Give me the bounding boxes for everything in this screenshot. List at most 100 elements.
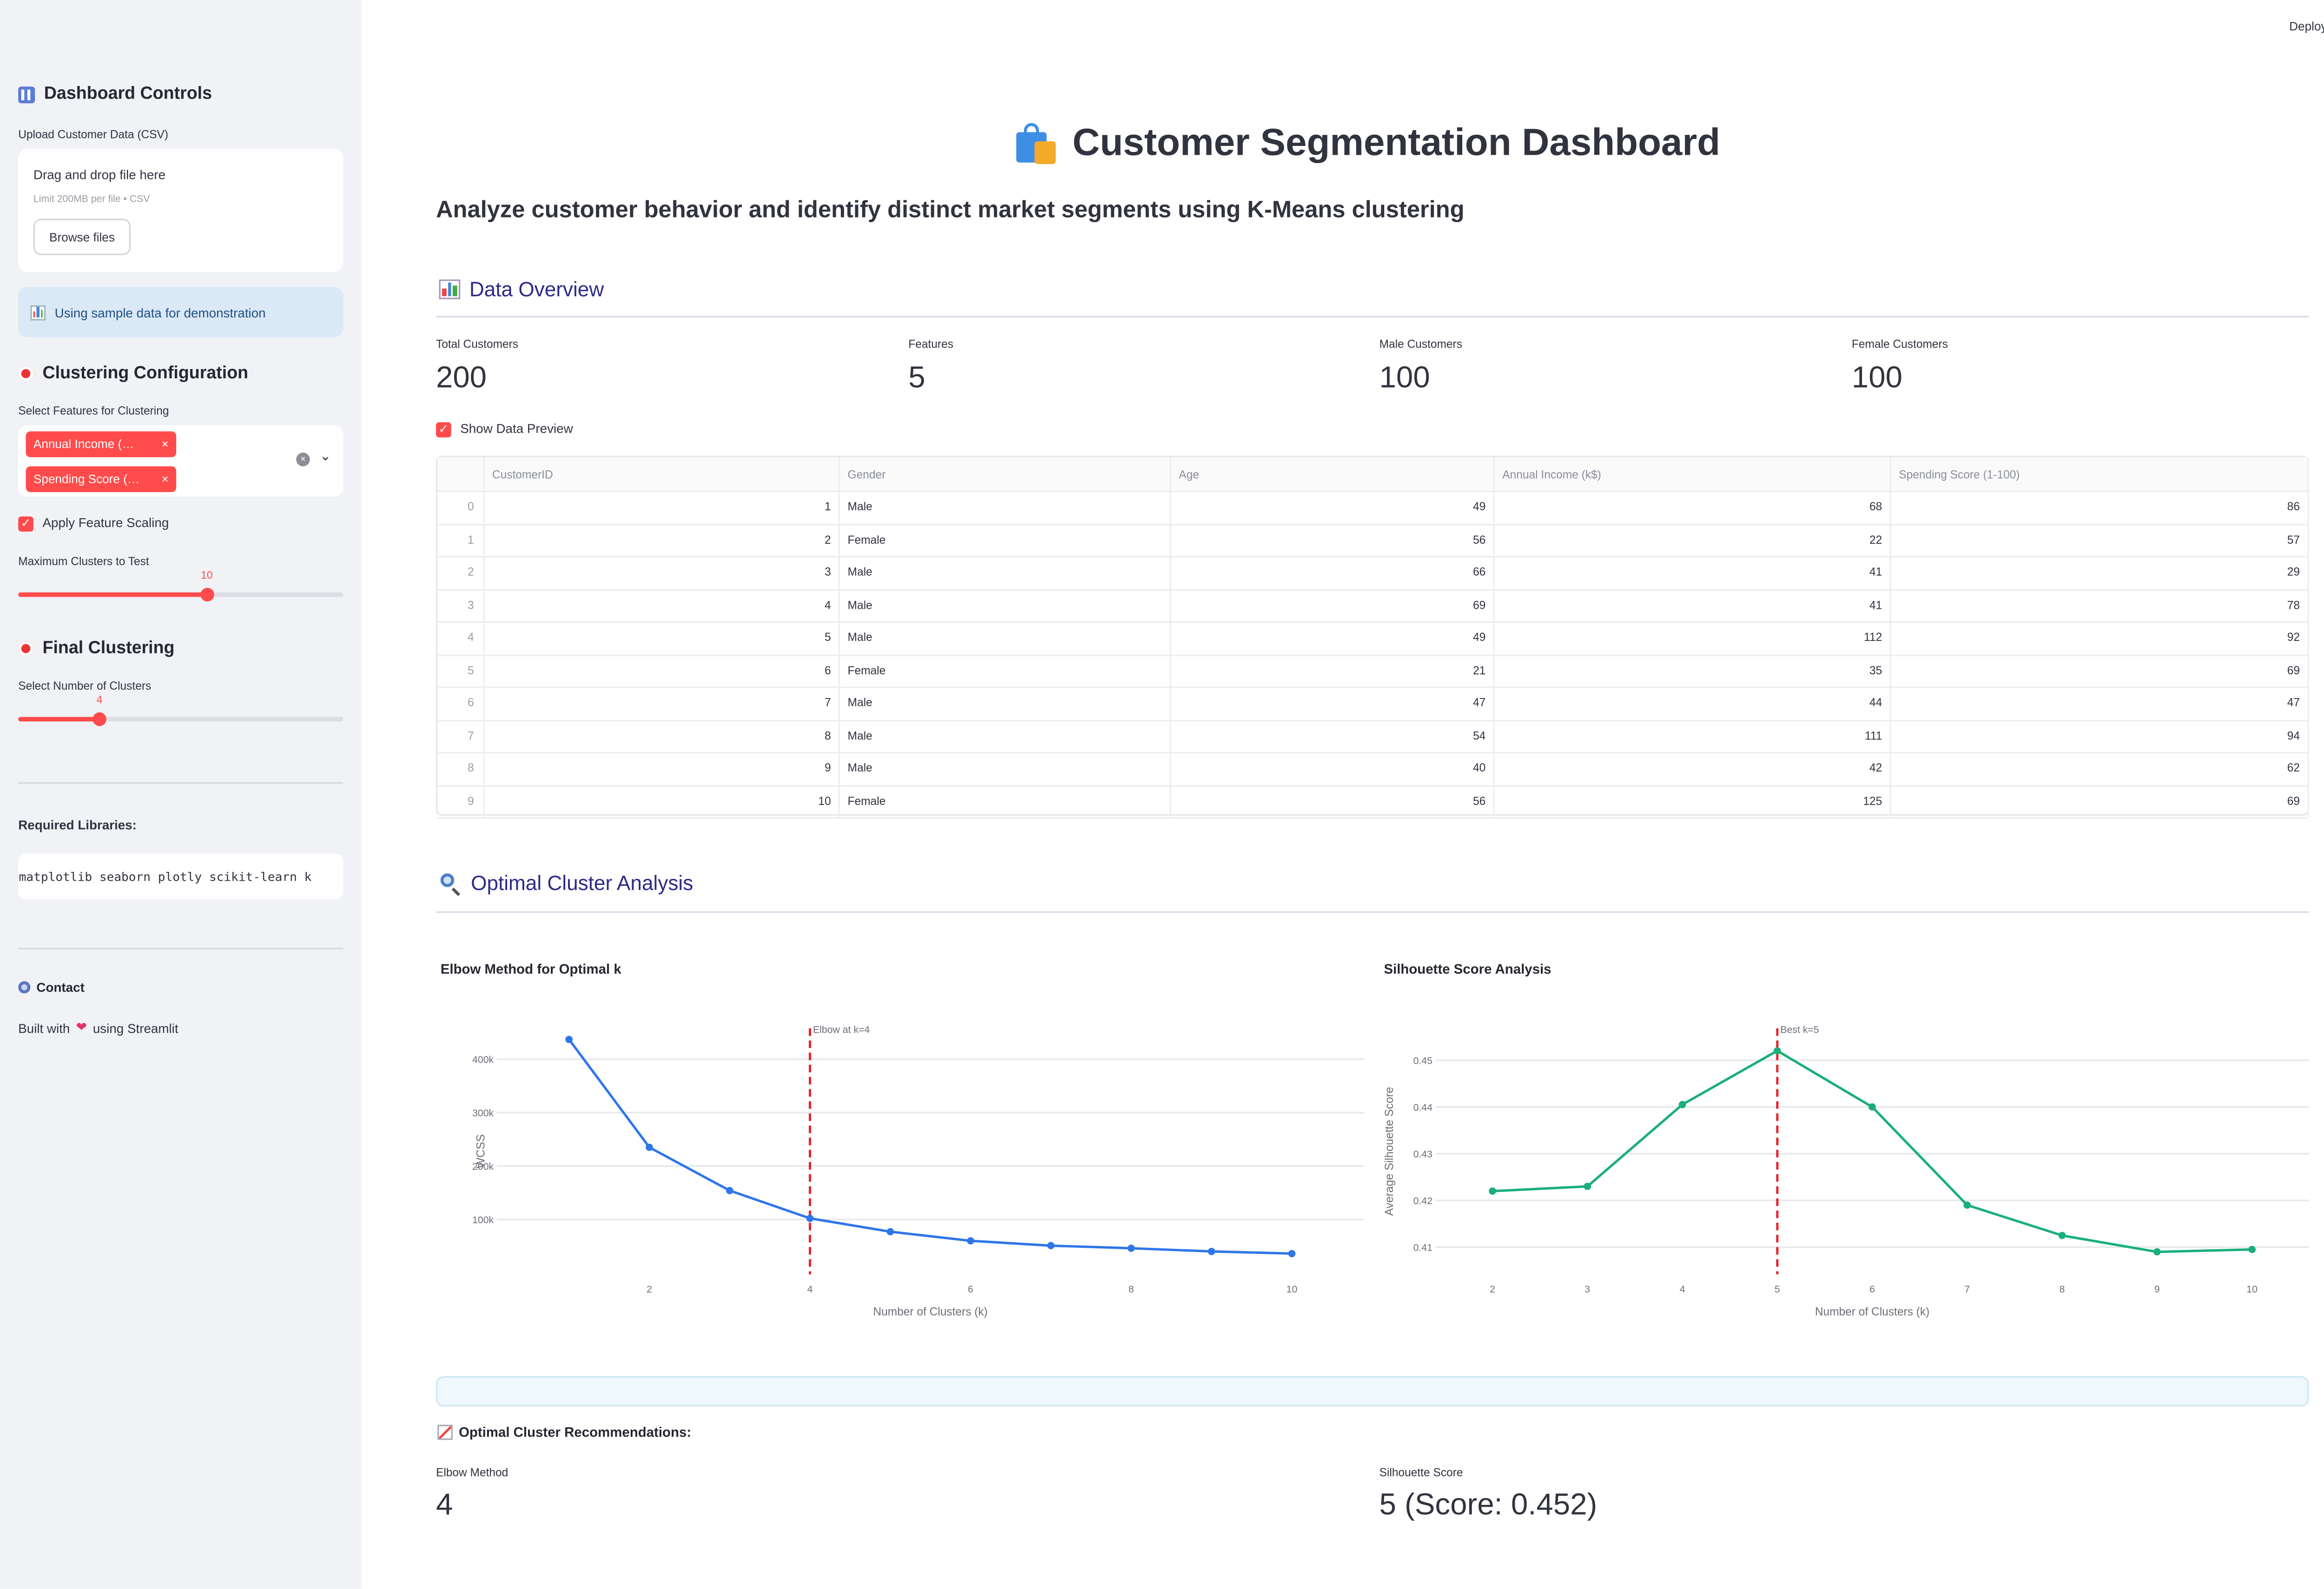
elbow-chart[interactable]: 100k200k300k400k2 4 6 8 10Number of Clusters… xyxy=(436,987,1367,1337)
table-row: 7 8 Male 54 111 94 xyxy=(437,719,2309,754)
table-cell: 5 xyxy=(485,621,840,654)
data-point xyxy=(1868,1103,1876,1111)
table-row: 5 6 Female 21 35 69 xyxy=(437,653,2309,688)
x-tick-label: 8 xyxy=(2060,1284,2065,1295)
data-point xyxy=(646,1143,653,1151)
column-header[interactable]: Age xyxy=(1171,457,1495,491)
apply-scaling-checkbox[interactable]: ✓ xyxy=(18,516,33,532)
silhouette-chart-title: Silhouette Score Analysis xyxy=(1384,961,1552,977)
x-tick-label: 4 xyxy=(1680,1284,1685,1295)
slider-thumb[interactable] xyxy=(92,712,106,726)
table-cell: Female xyxy=(840,785,1171,818)
deploy-button[interactable]: Deploy xyxy=(2289,20,2324,33)
y-tick-label: 0.44 xyxy=(1413,1102,1433,1113)
slider-thumb[interactable] xyxy=(200,587,214,602)
metric-label: Silhouette Score xyxy=(1379,1465,1463,1480)
clustering-config-heading: Clustering Configuration xyxy=(18,364,248,383)
feature-tag-spending-score[interactable]: Spending Score (… × xyxy=(26,466,177,492)
data-point xyxy=(565,1035,573,1043)
heart-icon: ❤ xyxy=(76,1019,87,1035)
table-cell: 125 xyxy=(1495,785,1891,818)
sidebar: Dashboard Controls Upload Customer Data … xyxy=(0,0,362,1589)
slider-fill xyxy=(18,592,207,597)
table-row: 4 5 Male 49 112 92 xyxy=(437,621,2309,656)
chevron-down-icon[interactable]: ⌄ xyxy=(320,448,331,465)
clear-selection-icon[interactable]: × xyxy=(296,452,310,467)
table-cell: Female xyxy=(840,523,1171,556)
table-cell: 92 xyxy=(1891,621,2309,654)
table-cell: 0 xyxy=(437,490,485,523)
data-preview-table[interactable]: CustomerID Gender Age Annual Income (k$) Spe… xyxy=(436,455,2309,819)
remove-tag-icon[interactable]: × xyxy=(162,437,169,451)
y-tick-label: 0.45 xyxy=(1413,1055,1433,1066)
column-header[interactable]: Annual Income (k$) xyxy=(1495,457,1891,491)
show-preview-checkbox[interactable]: ✓ xyxy=(436,422,451,438)
table-cell: 4 xyxy=(437,621,485,654)
table-header-row: CustomerID Gender Age Annual Income (k$) Spe… xyxy=(437,457,2309,492)
table-cell: 7 xyxy=(437,719,485,752)
metric-value: 4 xyxy=(436,1488,453,1522)
y-tick-label: 0.41 xyxy=(1413,1242,1433,1253)
data-point xyxy=(1127,1245,1135,1252)
divider xyxy=(18,782,343,784)
optimal-cluster-heading: Optimal Cluster Analysis xyxy=(439,872,693,897)
page-subtitle: Analyze customer behavior and identify d… xyxy=(436,197,1465,224)
data-point xyxy=(1678,1101,1686,1108)
table-cell: 29 xyxy=(1891,556,2309,589)
sample-data-info: Using sample data for demonstration xyxy=(18,287,343,337)
data-point xyxy=(1288,1250,1296,1258)
data-point xyxy=(2153,1248,2161,1256)
libraries-code-block[interactable]: py matplotlib seaborn plotly scikit-lear… xyxy=(18,853,343,899)
x-tick-label: 2 xyxy=(1490,1284,1495,1295)
control-knobs-icon xyxy=(18,86,35,103)
x-axis-title: Number of Clusters (k) xyxy=(873,1305,988,1318)
slider-value: 4 xyxy=(96,695,103,706)
section-divider xyxy=(436,316,2309,318)
column-header[interactable] xyxy=(437,457,485,491)
table-cell: 112 xyxy=(1495,621,1891,654)
y-tick-label: 100k xyxy=(472,1214,494,1226)
table-row: 6 7 Male 47 44 47 xyxy=(437,686,2309,721)
x-tick-label: 2 xyxy=(647,1284,652,1295)
table-cell: 47 xyxy=(1891,686,2309,719)
upload-label: Upload Customer Data (CSV) xyxy=(18,127,169,141)
num-clusters-slider[interactable]: 4 xyxy=(18,696,343,726)
table-cell: Male xyxy=(840,752,1171,785)
features-multiselect[interactable]: Annual Income (… × Spending Score (… × ×… xyxy=(18,425,343,497)
data-point xyxy=(1773,1047,1781,1055)
data-point xyxy=(2248,1246,2256,1253)
table-cell: 111 xyxy=(1495,719,1891,752)
table-cell: 7 xyxy=(485,686,840,719)
table-cell: 22 xyxy=(1495,523,1891,556)
show-preview-label: Show Data Preview xyxy=(460,421,573,436)
table-cell: Male xyxy=(840,588,1171,621)
shopping-bags-icon xyxy=(1012,122,1057,165)
column-header[interactable]: Gender xyxy=(840,457,1171,491)
contact-icon xyxy=(18,981,31,994)
reference-line-label: Best k=5 xyxy=(1780,1024,1819,1035)
browse-files-button[interactable]: Browse files xyxy=(33,218,131,256)
silhouette-chart[interactable]: 0.41 0.42 0.43 0.44 0.45 2 3 4 5 6 7 8 9 10 Number of … xyxy=(1375,987,2309,1337)
slider-fill xyxy=(18,717,100,722)
column-header[interactable]: Spending Score (1-100) xyxy=(1891,457,2309,491)
feature-tag-annual-income[interactable]: Annual Income (… × xyxy=(26,431,177,457)
table-cell: 6 xyxy=(485,653,840,687)
x-tick-label: 8 xyxy=(1129,1284,1134,1295)
table-cell: 3 xyxy=(437,588,485,621)
file-uploader[interactable]: Drag and drop file here Limit 200MB per … xyxy=(18,149,343,272)
table-cell: 1 xyxy=(437,523,485,556)
x-tick-label: 10 xyxy=(2246,1284,2258,1295)
table-cell: 2 xyxy=(437,556,485,589)
apply-scaling-label: Apply Feature Scaling xyxy=(42,514,169,530)
remove-tag-icon[interactable]: × xyxy=(162,472,169,486)
x-tick-label: 7 xyxy=(1964,1284,1970,1295)
max-clusters-slider[interactable]: 10 xyxy=(18,571,343,602)
table-cell: 10 xyxy=(485,785,840,818)
table-cell: 9 xyxy=(437,785,485,818)
target-icon xyxy=(18,641,33,656)
table-cell: 6 xyxy=(437,686,485,719)
column-header[interactable]: CustomerID xyxy=(485,457,840,491)
table-cell: 47 xyxy=(1171,686,1495,719)
table-cell: Male xyxy=(840,686,1171,719)
recommendations-heading: Optimal Cluster Recommendations: xyxy=(437,1424,691,1440)
